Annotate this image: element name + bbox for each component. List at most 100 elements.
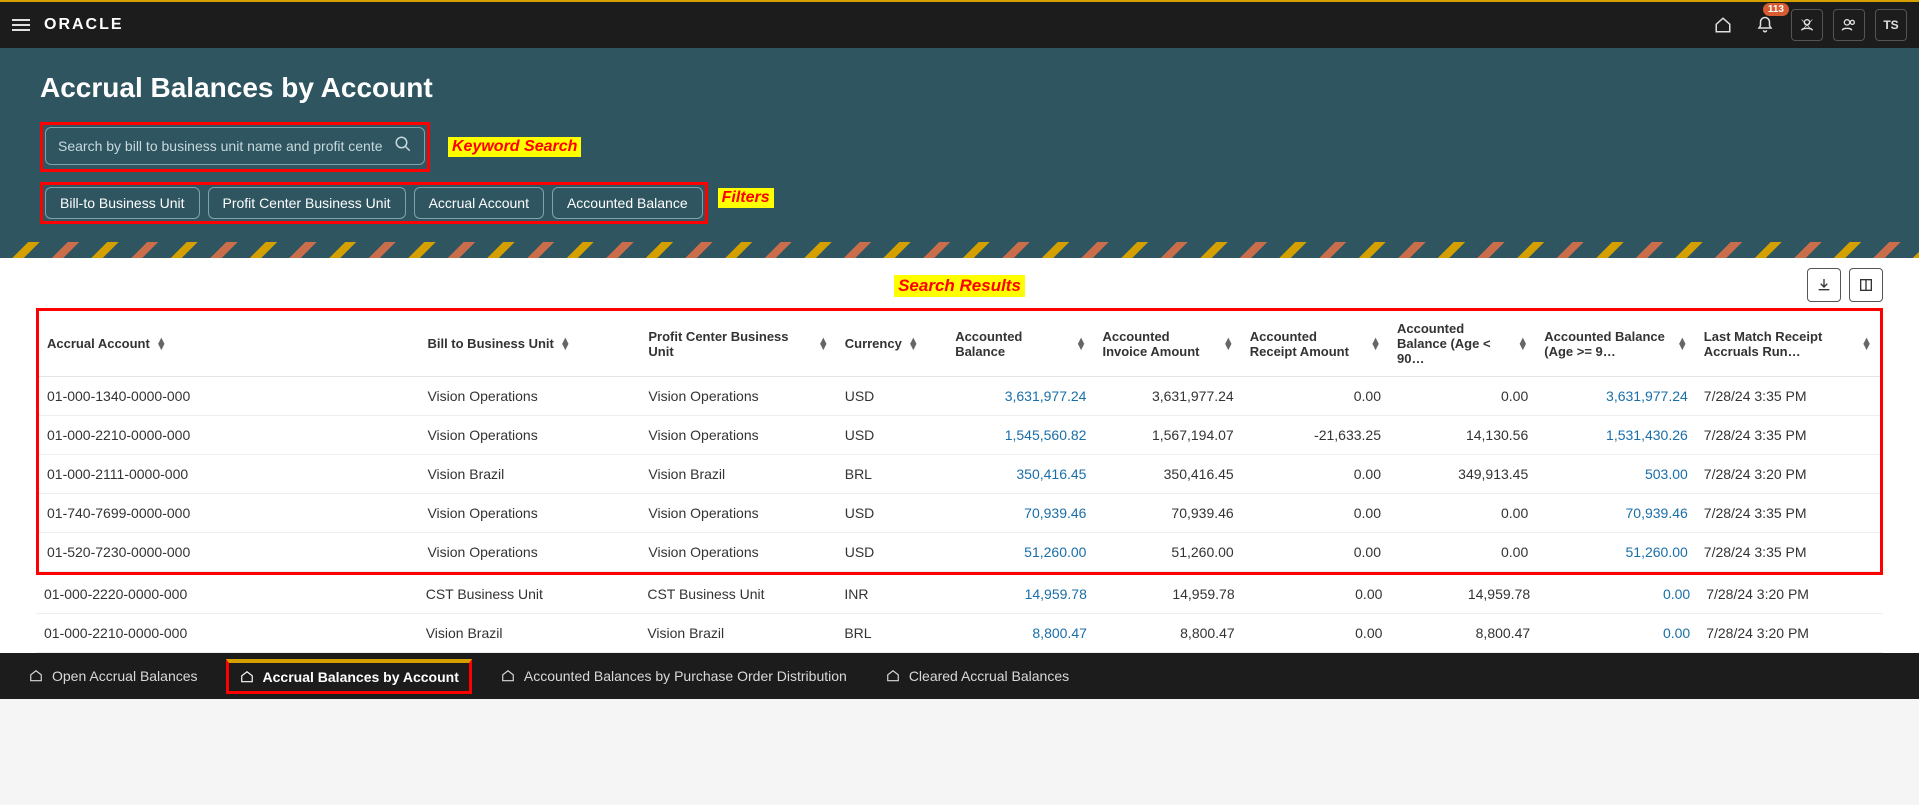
- cell-ge90: 70,939.46: [1536, 494, 1696, 533]
- columns-icon[interactable]: [1849, 268, 1883, 302]
- sort-icon[interactable]: ▲▼: [908, 338, 919, 350]
- topbar-right: 113 TS: [1707, 9, 1907, 41]
- cell-rcptamt: 0.00: [1242, 377, 1389, 416]
- column-label: Last Match Receipt Accruals Run…: [1704, 329, 1855, 359]
- link-cell[interactable]: 0.00: [1663, 586, 1690, 602]
- filter-chip[interactable]: Accounted Balance: [552, 187, 703, 219]
- person-icon[interactable]: [1791, 9, 1823, 41]
- column-header[interactable]: Bill to Business Unit ▲▼: [419, 311, 640, 377]
- cell-invamt: 14,959.78: [1095, 575, 1243, 614]
- bottom-tab[interactable]: Cleared Accrual Balances: [875, 660, 1079, 692]
- cell-lastrun: 7/28/24 3:35 PM: [1696, 494, 1880, 533]
- cell-currency: USD: [837, 494, 947, 533]
- table-action-icons: [1807, 268, 1883, 302]
- notification-badge: 113: [1763, 3, 1789, 16]
- topbar-left: ORACLE: [12, 16, 124, 34]
- bottom-tab[interactable]: Accounted Balances by Purchase Order Dis…: [490, 660, 857, 692]
- person-off-icon[interactable]: [1833, 9, 1865, 41]
- link-cell[interactable]: 3,631,977.24: [1005, 388, 1087, 404]
- cell-acct: 01-000-2210-0000-000: [36, 614, 418, 653]
- cell-acct: 01-000-2220-0000-000: [36, 575, 418, 614]
- column-header[interactable]: Accrual Account▲▼: [39, 311, 419, 377]
- bottom-tabs: Open Accrual Balances Accrual Balances by…: [0, 653, 1919, 699]
- link-cell[interactable]: 1,545,560.82: [1005, 427, 1087, 443]
- column-header[interactable]: Accounted Receipt Amount▲▼: [1242, 311, 1389, 377]
- link-cell[interactable]: 70,939.46: [1626, 505, 1688, 521]
- bottom-tab[interactable]: Accrual Balances by Account: [226, 659, 472, 694]
- sort-icon[interactable]: ▲▼: [1370, 338, 1381, 350]
- cell-lastrun: 7/28/24 3:35 PM: [1696, 377, 1880, 416]
- results-table-box: Accrual Account▲▼ Bill to Business Unit ▲▼…: [36, 308, 1883, 575]
- cell-bal: 3,631,977.24: [947, 377, 1094, 416]
- cell-acct: 01-000-2111-0000-000: [39, 455, 419, 494]
- link-cell[interactable]: 503.00: [1645, 466, 1688, 482]
- table-row[interactable]: 01-000-1340-0000-000Vision OperationsVis…: [39, 377, 1880, 416]
- link-cell[interactable]: 8,800.47: [1032, 625, 1087, 641]
- oracle-logo: ORACLE: [44, 16, 124, 34]
- home-icon[interactable]: [1707, 9, 1739, 41]
- sort-icon[interactable]: ▲▼: [1076, 338, 1087, 350]
- link-cell[interactable]: 3,631,977.24: [1606, 388, 1688, 404]
- notifications-button[interactable]: 113: [1749, 9, 1781, 41]
- cell-invamt: 3,631,977.24: [1094, 377, 1241, 416]
- filter-chip[interactable]: Profit Center Business Unit: [208, 187, 406, 219]
- table-row[interactable]: 01-520-7230-0000-000Vision OperationsVis…: [39, 533, 1880, 572]
- link-cell[interactable]: 14,959.78: [1025, 586, 1087, 602]
- sort-icon[interactable]: ▲▼: [156, 338, 167, 350]
- annotation-filters: Filters: [718, 188, 774, 208]
- cell-rcptamt: 0.00: [1242, 494, 1389, 533]
- table-row[interactable]: 01-000-2111-0000-000Vision BrazilVision …: [39, 455, 1880, 494]
- cell-acct: 01-000-2210-0000-000: [39, 416, 419, 455]
- cell-lastrun: 7/28/24 3:20 PM: [1698, 614, 1883, 653]
- table-row[interactable]: 01-740-7699-0000-000Vision OperationsVis…: [39, 494, 1880, 533]
- sort-icon[interactable]: ▲▼: [1517, 338, 1528, 350]
- filter-chip[interactable]: Bill-to Business Unit: [45, 187, 200, 219]
- search-input[interactable]: [58, 138, 394, 154]
- bottom-tab-label: Accounted Balances by Purchase Order Dis…: [524, 668, 847, 684]
- table-row[interactable]: 01-000-2210-0000-000Vision OperationsVis…: [39, 416, 1880, 455]
- cell-invamt: 1,567,194.07: [1094, 416, 1241, 455]
- table-row[interactable]: 01-000-2210-0000-000Vision BrazilVision …: [36, 614, 1883, 653]
- column-header[interactable]: Last Match Receipt Accruals Run… ▲▼: [1696, 311, 1880, 377]
- download-icon[interactable]: [1807, 268, 1841, 302]
- cell-profit: Vision Operations: [640, 533, 836, 572]
- column-header[interactable]: Accounted Balance (Age >= 9… ▲▼: [1536, 311, 1696, 377]
- hamburger-menu[interactable]: [12, 19, 30, 31]
- link-cell[interactable]: 350,416.45: [1016, 466, 1086, 482]
- cell-rcptamt: 0.00: [1243, 614, 1391, 653]
- annotation-search-results: Search Results: [894, 275, 1025, 297]
- cell-lt90: 349,913.45: [1389, 455, 1536, 494]
- column-header[interactable]: Accounted Balance (Age < 90…▲▼: [1389, 311, 1536, 377]
- avatar[interactable]: TS: [1875, 9, 1907, 41]
- column-label: Bill to Business Unit: [427, 336, 553, 351]
- column-header[interactable]: Currency▲▼: [837, 311, 947, 377]
- column-header[interactable]: Accounted Balance▲▼: [947, 311, 1094, 377]
- link-cell[interactable]: 1,531,430.26: [1606, 427, 1688, 443]
- search-icon[interactable]: [394, 135, 412, 158]
- column-label: Accounted Balance (Age >= 9…: [1544, 329, 1671, 359]
- sort-icon[interactable]: ▲▼: [1223, 338, 1234, 350]
- cell-rcptamt: 0.00: [1243, 575, 1391, 614]
- cell-currency: USD: [837, 377, 947, 416]
- column-header[interactable]: Profit Center Business Unit▲▼: [640, 311, 836, 377]
- cell-billto: Vision Brazil: [418, 614, 640, 653]
- cell-acct: 01-520-7230-0000-000: [39, 533, 419, 572]
- sort-icon[interactable]: ▲▼: [560, 338, 571, 350]
- link-cell[interactable]: 70,939.46: [1024, 505, 1086, 521]
- bottom-tab[interactable]: Open Accrual Balances: [18, 660, 208, 692]
- link-cell[interactable]: 51,260.00: [1626, 544, 1688, 560]
- sort-icon[interactable]: ▲▼: [1677, 338, 1688, 350]
- table-row[interactable]: 01-000-2220-0000-000CST Business UnitCST…: [36, 575, 1883, 614]
- column-header[interactable]: Accounted Invoice Amount▲▼: [1094, 311, 1241, 377]
- link-cell[interactable]: 0.00: [1663, 625, 1690, 641]
- search-box[interactable]: [45, 127, 425, 165]
- cell-invamt: 70,939.46: [1094, 494, 1241, 533]
- filter-chip[interactable]: Accrual Account: [414, 187, 544, 219]
- cell-currency: INR: [836, 575, 947, 614]
- cell-profit: Vision Operations: [640, 416, 836, 455]
- sort-icon[interactable]: ▲▼: [1861, 338, 1872, 350]
- cell-acct: 01-000-1340-0000-000: [39, 377, 419, 416]
- link-cell[interactable]: 51,260.00: [1024, 544, 1086, 560]
- sort-icon[interactable]: ▲▼: [818, 338, 829, 350]
- cell-bal: 14,959.78: [947, 575, 1095, 614]
